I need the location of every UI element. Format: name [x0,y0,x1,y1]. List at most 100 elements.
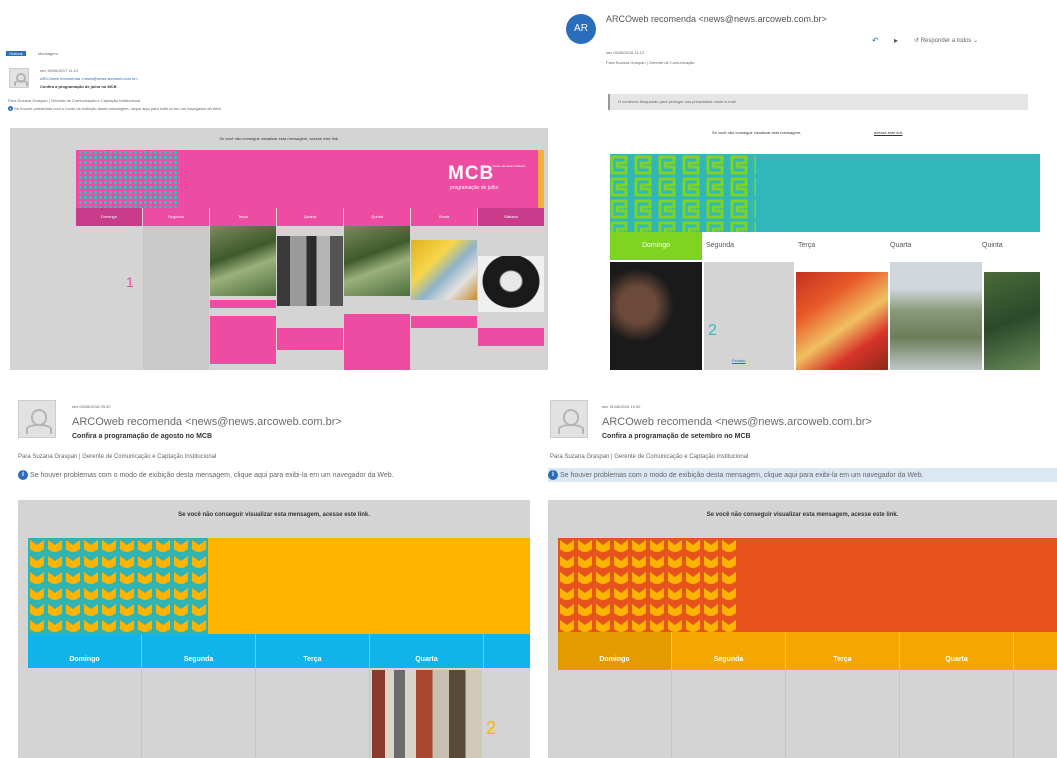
newsletter-body: Se você não conseguir visualizar esta me… [18,500,530,758]
email-to[interactable]: Para Suzana Graspan | Gerente de Comunic… [550,454,748,460]
pattern-graphic [610,154,756,232]
info-text: Se houver problemas com o modo de exibiç… [14,106,222,111]
day-number: 2 [486,718,497,738]
programacao-label: programação de julho [450,185,499,191]
forward-icon[interactable]: ▸ [894,36,898,45]
calendar-cell [900,670,1014,758]
event-photo[interactable] [210,226,276,296]
event-photo[interactable] [796,272,888,370]
info-bar[interactable]: i Se houver problemas com o modo de exib… [8,106,222,112]
pattern-graphic [28,538,208,634]
event-photo[interactable] [411,240,477,300]
event-bar [277,328,343,350]
chevron-down-icon: ⌄ [973,38,979,44]
reply-all-button[interactable]: ↺ Responder a todos ⌄ [914,37,978,44]
day-header: Terça [210,208,276,226]
event-photo[interactable] [984,272,1040,370]
newsletter-banner [610,154,1040,232]
email-subject: Confira a programação de julho no MCB [40,84,117,89]
day-header: Domingo [28,634,142,668]
email-screenshot-july: Outlook Mensagem sex 30/06/2017 11:12 AR… [0,0,548,370]
event-bar [344,314,410,370]
newsletter-banner [28,538,530,634]
newsletter-body: Se você não conseguir visualizar esta me… [10,128,548,370]
view-online-link[interactable]: Se você não conseguir visualizar esta me… [18,512,530,518]
event-photo[interactable] [890,262,982,370]
calendar-cell [28,668,142,758]
day-header: Sábado [478,208,544,226]
day-header: Domingo [76,208,142,226]
event-photo[interactable] [478,256,544,312]
email-date: sex 03/05/2018 11:12 [606,50,645,55]
email-from[interactable]: ARCOweb recomenda <news@news.arcoweb.com… [606,14,827,24]
pattern-graphic [78,150,180,208]
sender-avatar [9,68,29,88]
sender-avatar [18,400,56,438]
email-to[interactable]: Para Suzana Graspan | Gerente de Comunic… [606,60,694,65]
view-online-link[interactable]: Se você não conseguir visualizar esta me… [548,512,1057,518]
email-from[interactable]: ARCOweb recomenda <news@news.arcoweb.com… [40,76,138,81]
day-header: Segunda [143,208,209,226]
day-number: 2 [708,322,717,339]
info-text: Se houver problemas com o modo de exibiç… [559,471,924,479]
newsletter-banner [558,538,1057,632]
calendar-cell [786,670,900,758]
email-screenshot-august: sex 03/08/2018 09:42 ARCOweb recomenda <… [0,392,530,758]
mcb-logo-sub: museu da casa brasileira [492,164,526,168]
reply-all-icon: ↺ [914,38,920,44]
day-header: Quarta [890,242,912,249]
calendar-cell [558,670,672,758]
email-screenshot-september: sex 31/08/2018 10:32 ARCOweb recomenda <… [538,392,1057,758]
email-subject: Confira a programação de setembro no MCB [602,433,751,440]
reply-icon[interactable]: ↶ [872,36,879,45]
tab-mensagem[interactable]: Mensagem [38,51,58,56]
info-icon: i [548,470,558,480]
blocked-content-notice[interactable]: O conteúdo bloqueado para proteger sua p… [608,94,1028,110]
day-header: Terça [786,632,900,670]
weekday-row: Domingo Segunda Terça Quarta Quinta [610,232,1040,260]
email-from[interactable]: ARCOweb recomenda <news@news.arcoweb.com… [72,416,342,428]
day-header: Quinta [344,208,410,226]
view-online-link[interactable]: Se você não conseguir visualizar esta me… [10,136,548,141]
event-photo[interactable] [610,262,702,370]
calendar-cell [143,226,209,370]
day-header: Domingo [610,232,702,260]
calendar-cell: 2 Feriado [704,262,794,370]
day-header: Domingo [558,632,672,670]
event-photo[interactable] [277,236,343,306]
day-number: 1 [126,274,134,290]
event-bar [210,300,276,308]
feriado-link[interactable]: Feriado [732,358,746,363]
weekday-row: Domingo Segunda Terça Quarta [28,634,530,668]
email-to[interactable]: Para Suzana Graspan | Gerente de Comunic… [18,454,216,460]
day-header: Terça [256,634,370,668]
tab-outlook[interactable]: Outlook [6,51,26,56]
email-to[interactable]: Para Suzana Graspan | Gerente de Comunic… [8,98,140,103]
sender-avatar: AR [566,14,596,44]
calendar-cell [256,668,370,758]
info-bar[interactable]: i Se houver problemas com o modo de exib… [548,468,1057,482]
email-from[interactable]: ARCOweb recomenda <news@news.arcoweb.com… [602,416,872,428]
email-date: sex 30/06/2017 11:12 [40,68,79,73]
day-header: Segunda [706,242,735,249]
day-header: Quinta [982,242,1003,249]
day-header: Quarta [370,634,484,668]
info-icon: i [18,470,28,480]
view-online-link[interactable]: acesse este link [874,130,902,135]
event-photo[interactable] [372,670,482,758]
email-date: sex 03/08/2018 09:42 [72,404,111,409]
calendar-grid: 1 [76,226,544,370]
info-text: Se houver problemas com o modo de exibiç… [29,471,394,479]
pattern-graphic [558,538,738,632]
calendar-grid [558,670,1057,758]
info-bar[interactable]: i Se houver problemas com o modo de exib… [18,470,394,480]
day-header: Segunda [142,634,256,668]
day-header: Sexta [411,208,477,226]
calendar-cell [672,670,786,758]
newsletter-banner: MCB museu da casa brasileira programação… [76,150,544,208]
info-icon: i [8,106,13,112]
newsletter-body: Se você não conseguir visualizar esta me… [548,500,1057,758]
event-photo[interactable] [344,226,410,296]
day-header: Quarta [900,632,1014,670]
weekday-row: Domingo Segunda Terça Quarta [558,632,1057,670]
